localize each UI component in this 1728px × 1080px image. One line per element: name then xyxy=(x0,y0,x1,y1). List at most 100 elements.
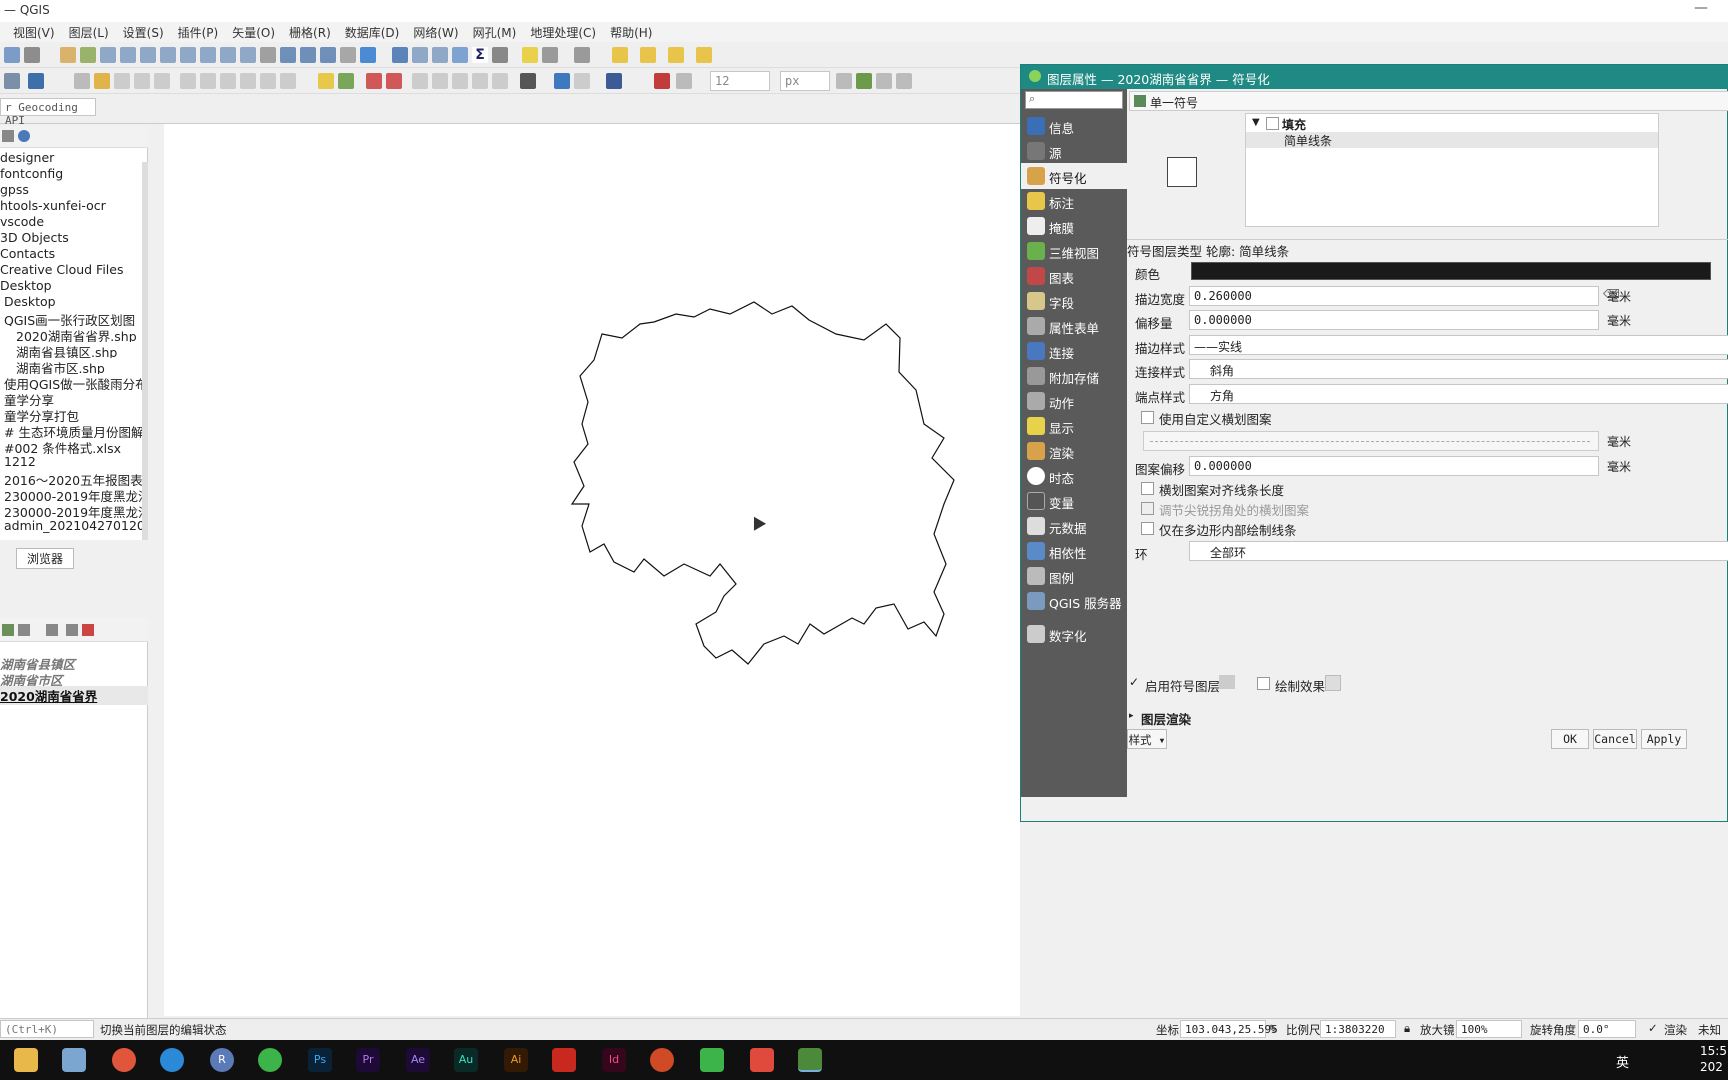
browser-item[interactable]: # 生态环境质量月份图解拒 xyxy=(4,422,144,438)
delete-selected-icon[interactable] xyxy=(180,73,196,89)
draw-effects-checkbox[interactable] xyxy=(1257,677,1270,690)
temporal-icon[interactable] xyxy=(340,47,356,63)
add-feature-icon[interactable] xyxy=(134,73,150,89)
pan-to-selection-icon[interactable] xyxy=(80,47,96,63)
current-edits-icon[interactable] xyxy=(74,73,90,89)
add-selected-icon[interactable] xyxy=(2,130,14,142)
magnifier-input[interactable]: 100% xyxy=(1456,1020,1522,1038)
label-tool-icon[interactable] xyxy=(318,73,334,89)
deselect-icon[interactable] xyxy=(668,47,684,63)
sidebar-item-mask[interactable]: 掩膜 xyxy=(1021,213,1127,239)
color-button[interactable] xyxy=(1191,262,1711,280)
bookmark-icon[interactable] xyxy=(320,47,336,63)
notes-icon[interactable] xyxy=(62,1048,86,1072)
zoom-last-icon[interactable] xyxy=(240,47,256,63)
browser-item[interactable]: 230000-2019年度黑龙江省 xyxy=(4,486,144,502)
toggle-editing-icon[interactable] xyxy=(94,73,110,89)
save-edits-icon[interactable] xyxy=(114,73,130,89)
sidebar-item-joins[interactable]: 连接 xyxy=(1021,338,1127,364)
show-labels-icon[interactable] xyxy=(386,73,402,89)
ok-button[interactable]: OK xyxy=(1551,729,1589,749)
browser-item[interactable]: fontconfig xyxy=(0,166,140,182)
info-icon[interactable] xyxy=(18,130,30,142)
data-source-icon[interactable] xyxy=(28,73,44,89)
camtasia-icon[interactable] xyxy=(700,1048,724,1072)
diagram-tool-icon[interactable] xyxy=(338,73,354,89)
menu-mesh[interactable]: 网孔(M) xyxy=(466,22,524,42)
browser-item[interactable]: 1212 xyxy=(4,454,144,470)
menu-settings[interactable]: 设置(S) xyxy=(116,22,171,42)
annotation-icon[interactable] xyxy=(542,47,558,63)
after-effects-icon[interactable]: Ae xyxy=(406,1048,430,1072)
gps-icon[interactable] xyxy=(520,73,536,89)
dash-unit[interactable]: 毫米 xyxy=(1607,431,1667,451)
pan-icon[interactable] xyxy=(60,47,76,63)
statistics-icon[interactable]: Σ xyxy=(472,47,488,63)
menu-view[interactable]: 视图(V) xyxy=(6,22,62,42)
snapping-icon[interactable] xyxy=(676,73,692,89)
apply-button[interactable]: Apply xyxy=(1641,729,1687,749)
draw-inside-checkbox[interactable] xyxy=(1141,522,1154,535)
style-button[interactable]: 样式 ▾ xyxy=(1127,729,1167,749)
illustrator-icon[interactable]: Ai xyxy=(504,1048,528,1072)
pin-labels-icon[interactable] xyxy=(366,73,382,89)
measure-icon[interactable] xyxy=(492,47,508,63)
zoom-native-icon[interactable] xyxy=(220,47,236,63)
python-console-icon[interactable] xyxy=(554,73,570,89)
sidebar-item-variables[interactable]: 变量 xyxy=(1021,488,1127,514)
copy-features-icon[interactable] xyxy=(220,73,236,89)
cut-features-icon[interactable] xyxy=(200,73,216,89)
attribute-table-icon[interactable] xyxy=(412,47,428,63)
audition-icon[interactable]: Au xyxy=(454,1048,478,1072)
remove-layer-icon[interactable] xyxy=(82,624,94,636)
sidebar-item-temporal[interactable]: 时态 xyxy=(1021,463,1127,489)
sidebar-item-legend[interactable]: 图例 xyxy=(1021,563,1127,589)
lock-icon[interactable]: 🔒︎ xyxy=(1404,1021,1410,1036)
select-all-icon[interactable] xyxy=(696,47,712,63)
browser-item[interactable]: gpss xyxy=(0,182,140,198)
browser-item[interactable]: vscode xyxy=(0,214,140,230)
toolbox-icon[interactable] xyxy=(452,47,468,63)
trace-icon[interactable] xyxy=(836,73,852,89)
offset-input[interactable]: 0.000000 xyxy=(1189,310,1599,330)
sidebar-item-display[interactable]: 显示 xyxy=(1021,413,1127,439)
ime-indicator[interactable]: 英 xyxy=(1616,1052,1629,1071)
chevron-down-icon[interactable]: ▼ xyxy=(1252,117,1260,128)
change-label-icon[interactable] xyxy=(452,73,468,89)
zoom-layer-icon[interactable] xyxy=(200,47,216,63)
browser-item[interactable]: Contacts xyxy=(0,246,140,262)
map-canvas[interactable] xyxy=(164,124,1020,1016)
browser-item-shp[interactable]: 2020湖南省省界.shp xyxy=(16,326,156,342)
r-icon[interactable]: R xyxy=(210,1048,234,1072)
field-calculator-icon[interactable] xyxy=(432,47,448,63)
browser-item[interactable]: Desktop xyxy=(4,294,144,310)
browser-item[interactable]: QGIS画一张行政区划图 xyxy=(4,310,144,326)
menu-raster[interactable]: 栅格(R) xyxy=(282,22,338,42)
crs-label[interactable]: 未知 xyxy=(1698,1022,1721,1038)
zoom-rubberband-icon[interactable] xyxy=(140,47,156,63)
tree-line-row[interactable]: 简单线条 xyxy=(1246,132,1658,148)
tweak-dash-checkbox[interactable] xyxy=(1141,502,1154,515)
chevron-right-icon[interactable]: ▸ xyxy=(1129,711,1134,721)
browser-item-shp[interactable]: 湖南省县镇区.shp xyxy=(16,342,156,358)
topology-icon[interactable] xyxy=(856,73,872,89)
star-icon[interactable] xyxy=(1325,675,1341,691)
zoom-out-icon[interactable] xyxy=(120,47,136,63)
sidebar-item-digitizing[interactable]: 数字化 xyxy=(1021,621,1127,647)
filter-legend-icon[interactable] xyxy=(46,624,58,636)
tab-browser[interactable]: 浏览器 xyxy=(16,548,75,569)
sidebar-item-labels[interactable]: 标注 xyxy=(1021,188,1127,214)
open-styling-icon[interactable] xyxy=(2,624,14,636)
undo-icon[interactable] xyxy=(260,73,276,89)
pattern-offset-input[interactable]: 0.000000 xyxy=(1189,456,1599,476)
move-label-icon[interactable] xyxy=(412,73,428,89)
align-dash-checkbox[interactable] xyxy=(1141,482,1154,495)
sidebar-item-auxiliary-storage[interactable]: 附加存储 xyxy=(1021,363,1127,389)
qgis-taskbar-icon[interactable] xyxy=(798,1048,822,1072)
new-3d-view-icon[interactable] xyxy=(300,47,316,63)
powerpoint-icon[interactable] xyxy=(650,1048,674,1072)
menu-database[interactable]: 数据库(D) xyxy=(338,22,407,42)
renderer-select[interactable]: 单一符号 xyxy=(1129,91,1728,111)
layer-rendering-label[interactable]: 图层渲染 xyxy=(1141,709,1191,728)
rotate-label-icon[interactable] xyxy=(432,73,448,89)
